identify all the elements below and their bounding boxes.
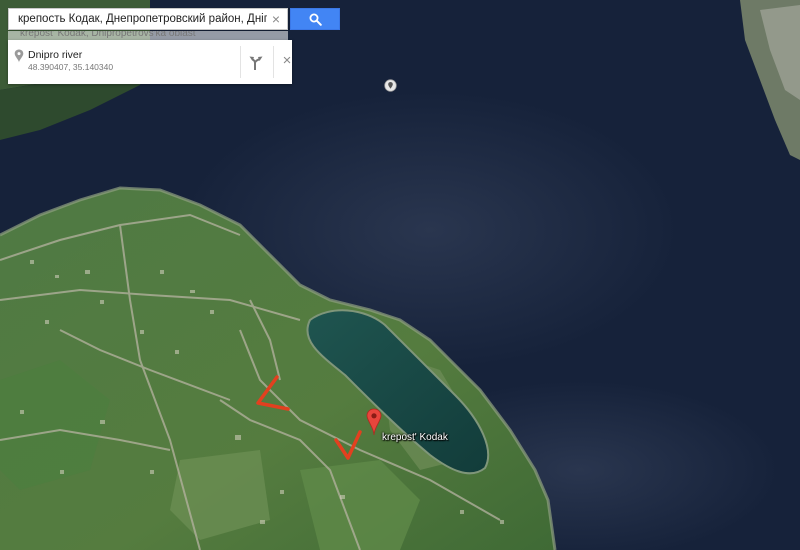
card-coordinates: 48.390407, 35.140340	[28, 62, 114, 72]
card-title: Dnipro river	[28, 49, 83, 61]
search-box: крепость Кодак, Днепропетровский район, …	[8, 8, 288, 30]
place-label[interactable]: krepost' Kodak	[382, 432, 448, 443]
info-card: Dnipro river 48.390407, 35.140340 ×	[8, 40, 292, 84]
close-card-button[interactable]: ×	[279, 51, 295, 71]
suggestion-strip: krepost' Kodak, Dnipropetrovs'ka oblast	[8, 31, 288, 40]
directions-icon[interactable]	[246, 52, 266, 72]
map-pin-icon[interactable]	[366, 408, 382, 436]
location-pin-icon	[14, 49, 24, 63]
card-divider	[240, 46, 241, 78]
card-divider	[273, 46, 274, 78]
search-icon	[309, 13, 322, 26]
search-button[interactable]	[290, 8, 340, 30]
clear-search-button[interactable]: ×	[268, 11, 284, 27]
suggestion-text: krepost' Kodak, Dnipropetrovs'ka oblast	[20, 31, 196, 39]
poi-icon[interactable]	[384, 79, 397, 92]
search-input[interactable]: крепость Кодак, Днепропетровский район, …	[9, 9, 267, 29]
